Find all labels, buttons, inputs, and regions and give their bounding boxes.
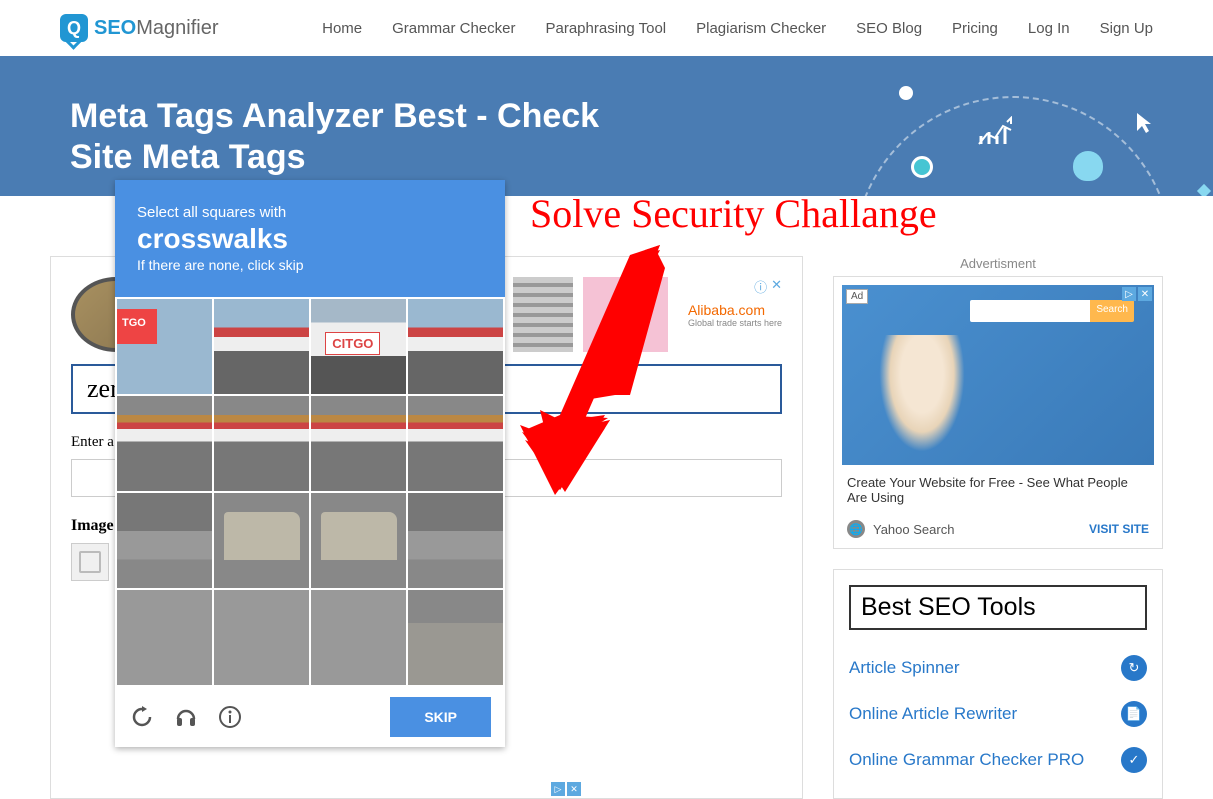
- tool-label: Online Article Rewriter: [849, 704, 1017, 724]
- logo-text: SEOMagnifier: [94, 17, 219, 40]
- captcha-tile-4-2[interactable]: [214, 590, 309, 685]
- tools-box: Best SEO Tools Article Spinner ↻ Online …: [833, 569, 1163, 799]
- page-title: Meta Tags Analyzer Best - Check Site Met…: [70, 96, 620, 178]
- ad-brand: Alibaba.com Global trade starts here: [688, 302, 782, 328]
- globe-icon: 🌐: [847, 520, 865, 538]
- document-icon: 📄: [1121, 701, 1147, 727]
- deco-dot-cyan: [911, 156, 933, 178]
- recaptcha-checkbox[interactable]: [71, 543, 109, 581]
- nav-pricing[interactable]: Pricing: [952, 20, 998, 37]
- audio-icon[interactable]: [173, 704, 199, 730]
- ad-image: Ad Search ▷ ✕: [842, 285, 1154, 465]
- hero-banner: Meta Tags Analyzer Best - Check Site Met…: [0, 56, 1213, 196]
- ad-thumb-dollhouse: [583, 277, 668, 352]
- tool-label: Article Spinner: [849, 658, 960, 678]
- ad-brand-name: Alibaba.com: [688, 302, 782, 318]
- captcha-header: Select all squares with crosswalks If th…: [115, 180, 505, 297]
- cursor-icon: [1135, 111, 1153, 135]
- captcha-tile-3-4[interactable]: [408, 493, 503, 588]
- deco-circle: [853, 96, 1173, 196]
- tool-spinner[interactable]: Article Spinner ↻: [849, 645, 1147, 691]
- captcha-footer: SKIP: [115, 687, 505, 747]
- bulb-icon: [1073, 151, 1103, 181]
- ad-close-icon[interactable]: ✕: [1138, 287, 1152, 301]
- captcha-tile-2-4[interactable]: [408, 396, 503, 491]
- captcha-instruction-1: Select all squares with: [137, 204, 483, 221]
- captcha-tile-2-3[interactable]: [311, 396, 406, 491]
- nav-blog[interactable]: SEO Blog: [856, 20, 922, 37]
- ad-thumb-shelf: [513, 277, 573, 352]
- skip-button[interactable]: SKIP: [390, 697, 491, 737]
- nav: Home Grammar Checker Paraphrasing Tool P…: [322, 20, 1153, 37]
- ad-badge: Ad: [846, 289, 868, 304]
- tools-title: Best SEO Tools: [849, 585, 1147, 630]
- tool-grammar[interactable]: Online Grammar Checker PRO ✓: [849, 737, 1147, 783]
- nav-home[interactable]: Home: [322, 20, 362, 37]
- adchoices-icon[interactable]: ▷: [551, 782, 565, 796]
- captcha-tile-1-3[interactable]: [311, 299, 406, 394]
- ad-close-icon[interactable]: ✕: [771, 277, 782, 296]
- ad-info-icon[interactable]: ⓘ: [754, 277, 767, 296]
- ad-close-small-icon[interactable]: ✕: [567, 782, 581, 796]
- ad-footer: 🌐 Yahoo Search VISIT SITE: [842, 515, 1154, 540]
- captcha-grid: [115, 297, 505, 687]
- nav-paraphrase[interactable]: Paraphrasing Tool: [545, 20, 666, 37]
- ad-close-controls: ▷ ✕: [1122, 287, 1152, 301]
- hero-decoration: [813, 56, 1213, 196]
- logo-brand-2: Magnifier: [136, 17, 218, 39]
- captcha-tile-2-1[interactable]: [117, 396, 212, 491]
- tool-label: Online Grammar Checker PRO: [849, 750, 1084, 770]
- ad-mock-input: [970, 300, 1090, 322]
- ad-source-name: Yahoo Search: [873, 522, 954, 537]
- captcha-tile-1-4[interactable]: [408, 299, 503, 394]
- captcha-tile-3-2[interactable]: [214, 493, 309, 588]
- ad-label: Advertisment: [833, 256, 1163, 271]
- nav-login[interactable]: Log In: [1028, 20, 1070, 37]
- tool-rewriter[interactable]: Online Article Rewriter 📄: [849, 691, 1147, 737]
- nav-signup[interactable]: Sign Up: [1100, 20, 1153, 37]
- deco-dot: [899, 86, 913, 100]
- logo-icon: Q: [60, 14, 88, 42]
- chart-icon: [977, 116, 1013, 146]
- captcha-tile-3-3[interactable]: [311, 493, 406, 588]
- captcha-tile-3-1[interactable]: [117, 493, 212, 588]
- captcha-target: crosswalks: [137, 223, 483, 255]
- reload-icon[interactable]: [129, 704, 155, 730]
- captcha-tile-4-3[interactable]: [311, 590, 406, 685]
- nav-grammar[interactable]: Grammar Checker: [392, 20, 515, 37]
- header: Q SEOMagnifier Home Grammar Checker Para…: [0, 0, 1213, 56]
- check-icon: ✓: [1121, 747, 1147, 773]
- sidebar-ad[interactable]: Ad Search ▷ ✕ Create Your Website for Fr…: [833, 276, 1163, 549]
- logo[interactable]: Q SEOMagnifier: [60, 14, 219, 42]
- ad-controls: ⓘ ✕: [754, 277, 782, 296]
- captcha-instruction-2: If there are none, click skip: [137, 257, 483, 273]
- ad-person: [872, 335, 972, 465]
- recaptcha-challenge: Select all squares with crosswalks If th…: [115, 180, 505, 747]
- checkbox-inner: [79, 551, 101, 573]
- ad-source: 🌐 Yahoo Search: [847, 520, 954, 538]
- captcha-tile-4-4[interactable]: [408, 590, 503, 685]
- ad-text: Create Your Website for Free - See What …: [842, 465, 1154, 515]
- spinner-icon: ↻: [1121, 655, 1147, 681]
- captcha-tile-1-1[interactable]: [117, 299, 212, 394]
- captcha-tile-4-1[interactable]: [117, 590, 212, 685]
- info-icon[interactable]: [217, 704, 243, 730]
- ad-visit-link[interactable]: VISIT SITE: [1089, 522, 1149, 536]
- ad-search-mock: Search: [970, 300, 1134, 322]
- ad-brand-tagline: Global trade starts here: [688, 318, 782, 328]
- ad-mock-button: Search: [1090, 300, 1134, 322]
- logo-brand-1: SEO: [94, 17, 136, 39]
- small-ad-indicator: ▷ ✕: [551, 782, 581, 796]
- captcha-tile-2-2[interactable]: [214, 396, 309, 491]
- sidebar: Advertisment Ad Search ▷ ✕ Create Your W…: [833, 256, 1163, 799]
- captcha-tile-1-2[interactable]: [214, 299, 309, 394]
- adchoices-icon[interactable]: ▷: [1122, 287, 1136, 301]
- nav-plagiarism[interactable]: Plagiarism Checker: [696, 20, 826, 37]
